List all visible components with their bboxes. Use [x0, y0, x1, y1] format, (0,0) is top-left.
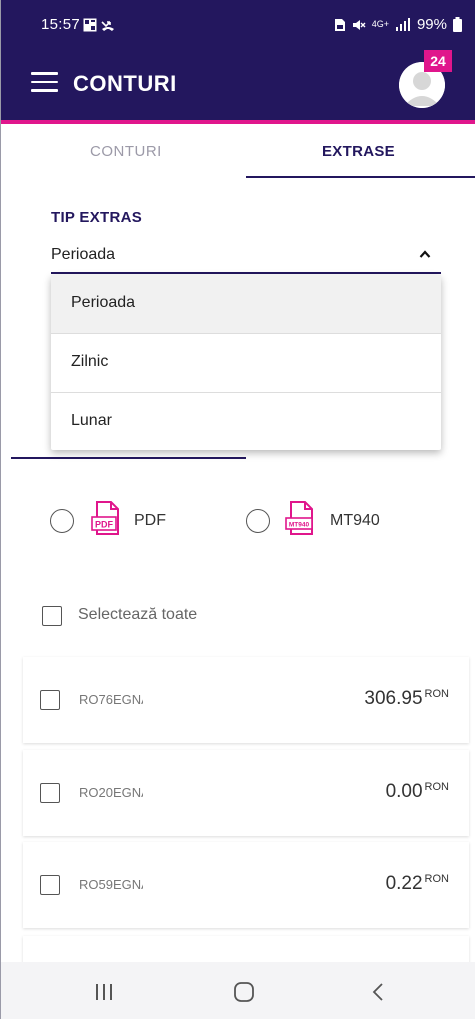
account-card[interactable]: RO20EGNA 0.00 RON	[23, 750, 469, 836]
status-time: 15:57	[41, 16, 81, 33]
pdf-label: PDF	[134, 512, 166, 529]
field-underline	[11, 457, 246, 459]
dropdown-option-perioada[interactable]: Perioada	[51, 275, 441, 333]
statement-type-dropdown: Perioada Zilnic Lunar	[51, 275, 441, 450]
select-all-label: Selectează toate	[78, 606, 198, 623]
tab-extrase[interactable]: EXTRASE	[322, 143, 395, 160]
active-tab-indicator	[246, 176, 475, 178]
account-balance: 0.00 RON	[386, 781, 449, 803]
header-accent-line	[1, 120, 475, 124]
mt940-file-icon: MT940	[285, 501, 313, 535]
mt940-radio[interactable]	[246, 509, 270, 533]
signal-icon	[395, 17, 410, 31]
back-icon[interactable]	[371, 982, 385, 1002]
account-iban: RO20EGNA	[79, 785, 143, 800]
tab-conturi[interactable]: CONTURI	[90, 143, 162, 160]
dropdown-option-lunar[interactable]: Lunar	[51, 392, 441, 451]
dropdown-option-zilnic[interactable]: Zilnic	[51, 333, 441, 392]
app-header: 15:57 4G+ 99% CONTURI 24	[1, 0, 475, 120]
svg-text:PDF: PDF	[95, 520, 114, 530]
balance-amount: 0.00	[385, 781, 423, 802]
account-iban: RO76EGNA	[79, 692, 143, 707]
chevron-up-icon	[419, 250, 431, 258]
battery-icon	[453, 17, 462, 32]
missed-call-icon	[101, 21, 114, 31]
status-bar: 15:57 4G+ 99%	[1, 13, 475, 37]
account-card[interactable]: RO59EGNA 0.22 RON	[23, 842, 469, 928]
gallery-icon	[83, 18, 97, 32]
mt940-label: MT940	[330, 512, 380, 529]
account-balance: 306.95 RON	[364, 688, 449, 710]
balance-currency: RON	[424, 873, 449, 885]
home-icon[interactable]	[232, 980, 256, 1004]
balance-currency: RON	[424, 688, 449, 700]
dropdown-option-label: Perioada	[71, 294, 136, 311]
battery-level: 99%	[416, 16, 447, 33]
account-balance: 0.22 RON	[386, 873, 449, 895]
account-checkbox[interactable]	[40, 875, 60, 895]
account-iban: RO59EGNA	[79, 877, 143, 892]
select-underline	[51, 272, 441, 274]
menu-icon[interactable]	[31, 72, 58, 92]
page-title: CONTURI	[73, 71, 177, 96]
account-card[interactable]: RO76EGNA 306.95 RON	[23, 657, 469, 743]
dropdown-option-label: Lunar	[71, 412, 112, 429]
account-checkbox[interactable]	[40, 690, 60, 710]
statement-type-select[interactable]: Perioada	[51, 238, 441, 274]
status-right: 4G+ 99%	[334, 16, 462, 33]
sim-icon	[334, 18, 345, 31]
app-screen: 15:57 4G+ 99% CONTURI 24 CONTURI EXTRASE…	[0, 0, 475, 1019]
statement-type-label: TIP EXTRAS	[51, 209, 143, 226]
mute-icon	[352, 19, 366, 30]
recent-apps-icon[interactable]	[93, 983, 115, 1001]
select-all-checkbox[interactable]	[42, 606, 62, 626]
balance-currency: RON	[424, 781, 449, 793]
dropdown-option-label: Zilnic	[71, 353, 109, 370]
system-nav-bar	[1, 962, 475, 1019]
balance-amount: 0.22	[385, 873, 423, 894]
balance-amount: 306.95	[364, 688, 423, 709]
pdf-file-icon: PDF	[91, 501, 119, 535]
svg-text:MT940: MT940	[289, 522, 310, 529]
notification-badge[interactable]: 24	[424, 50, 452, 72]
pdf-radio[interactable]	[50, 509, 74, 533]
statement-type-value: Perioada	[51, 246, 116, 263]
account-checkbox[interactable]	[40, 783, 60, 803]
network-type: 4G+	[371, 19, 389, 29]
